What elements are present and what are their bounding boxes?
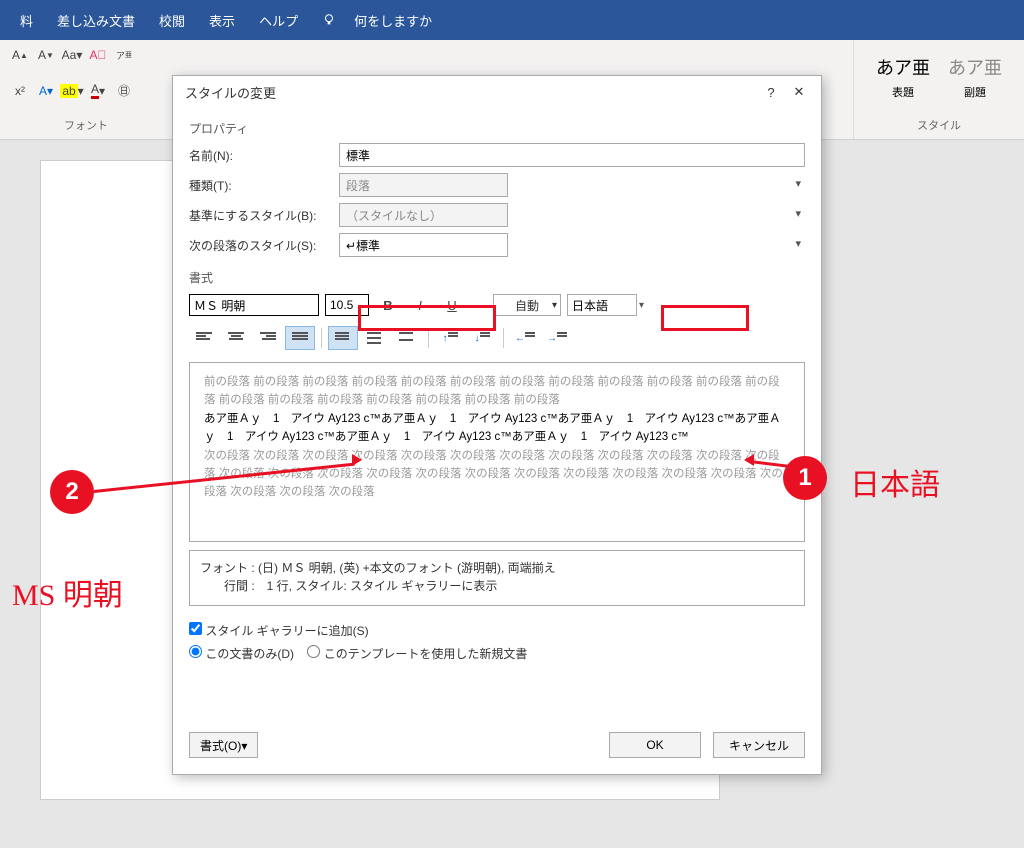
phonetic-guide-button[interactable]: ア亜 <box>112 44 136 66</box>
modify-style-dialog: スタイルの変更 ? ✕ プロパティ 名前(N): 種類(T): ▾ 基準にするス… <box>172 75 822 775</box>
style-preview-box: 前の段落 前の段落 前の段落 前の段落 前の段落 前の段落 前の段落 前の段落 … <box>189 362 805 542</box>
grow-font-button[interactable]: A▲ <box>8 44 32 66</box>
clear-formatting-button[interactable]: A⃠ <box>86 44 110 66</box>
lightbulb-icon <box>322 13 336 27</box>
help-button[interactable]: ? <box>757 80 785 104</box>
annotation-text-2: MS 明朝 <box>12 570 123 614</box>
ribbon-tab[interactable]: 表示 <box>197 1 247 40</box>
format-menu-button[interactable]: 書式(O)▾ <box>189 732 258 758</box>
space-before-increase-button[interactable]: ↑ <box>435 326 465 350</box>
align-right-button[interactable] <box>253 326 283 350</box>
ribbon-tab[interactable]: 差し込み文書 <box>45 1 147 40</box>
chevron-down-icon: ▾ <box>639 300 644 311</box>
style-gallery[interactable]: あア亜 表題 あア亜 副題 <box>862 44 1016 106</box>
ribbon-tab[interactable]: ヘルプ <box>247 1 310 40</box>
align-center-button[interactable] <box>221 326 251 350</box>
annotation-badge-1: 1 <box>783 456 827 500</box>
paragraph-toolbar: ↑ ↓ ← → <box>189 326 805 350</box>
style-description: フォント : (日) ＭＳ 明朝, (英) +本文のフォント (游明朝), 両端… <box>189 550 805 606</box>
align-left-button[interactable] <box>189 326 219 350</box>
ribbon-tab[interactable]: 料 <box>8 1 45 40</box>
based-on-select[interactable] <box>339 203 508 227</box>
name-label: 名前(N): <box>189 147 329 164</box>
font-color-select[interactable]: 自動 ▾ <box>493 294 561 316</box>
chevron-down-icon: ▾ <box>552 300 557 311</box>
cancel-button[interactable]: キャンセル <box>713 732 805 758</box>
ribbon-tab[interactable]: 校閲 <box>147 1 197 40</box>
font-color-button[interactable]: A▾ <box>86 80 110 102</box>
format-toolbar: B I U 自動 ▾ ▾ <box>189 294 805 316</box>
chevron-down-icon: ▾ <box>795 237 801 250</box>
highlight-button[interactable]: ab▾ <box>60 80 84 102</box>
ok-button[interactable]: OK <box>609 732 701 758</box>
next-para-label: 次の段落のスタイル(S): <box>189 237 329 254</box>
enclose-chars-button[interactable]: ㊐ <box>112 80 136 102</box>
change-case-button[interactable]: Aa▾ <box>60 44 84 66</box>
line-spacing-1_5-button[interactable] <box>360 326 390 350</box>
new-docs-radio[interactable]: このテンプレートを使用した新規文書 <box>307 647 527 661</box>
style-name-input[interactable] <box>339 143 805 167</box>
add-to-gallery-checkbox[interactable]: スタイル ギャラリーに追加(S) <box>189 624 369 638</box>
superscript-button[interactable]: x² <box>8 80 32 102</box>
line-spacing-1-button[interactable] <box>328 326 358 350</box>
chevron-down-icon: ▾ <box>795 207 801 220</box>
next-paragraph-select[interactable] <box>339 233 508 257</box>
style-item[interactable]: あア亜 副題 <box>944 50 1006 100</box>
italic-button[interactable]: I <box>407 294 433 316</box>
font-family-select[interactable] <box>189 294 319 316</box>
justify-button[interactable] <box>285 326 315 350</box>
close-button[interactable]: ✕ <box>785 80 813 104</box>
decrease-indent-button[interactable]: ← <box>510 326 540 350</box>
language-select[interactable] <box>567 294 637 316</box>
ribbon-tabs: 料 差し込み文書 校閲 表示 ヘルプ 何をしますか <box>0 0 1024 40</box>
increase-indent-button[interactable]: → <box>542 326 572 350</box>
properties-section-label: プロパティ <box>189 120 805 137</box>
underline-button[interactable]: U <box>439 294 465 316</box>
this-doc-only-radio[interactable]: この文書のみ(D) <box>189 647 294 661</box>
font-size-select[interactable] <box>325 294 369 316</box>
format-section-label: 書式 <box>189 269 805 286</box>
type-label: 種類(T): <box>189 177 329 194</box>
line-spacing-2-button[interactable] <box>392 326 422 350</box>
style-item[interactable]: あア亜 表題 <box>872 50 934 100</box>
annotation-badge-2: 2 <box>50 470 94 514</box>
style-type-select[interactable] <box>339 173 508 197</box>
annotation-text-1: 日本語 <box>850 460 940 504</box>
bold-button[interactable]: B <box>375 294 401 316</box>
group-label-style: スタイル <box>862 115 1016 135</box>
based-on-label: 基準にするスタイル(B): <box>189 207 329 224</box>
shrink-font-button[interactable]: A▼ <box>34 44 58 66</box>
text-effects-button[interactable]: A▾ <box>34 80 58 102</box>
chevron-down-icon: ▾ <box>795 177 801 190</box>
space-before-decrease-button[interactable]: ↓ <box>467 326 497 350</box>
dialog-title: スタイルの変更 <box>185 83 757 102</box>
group-label-font: フォント <box>8 115 164 135</box>
